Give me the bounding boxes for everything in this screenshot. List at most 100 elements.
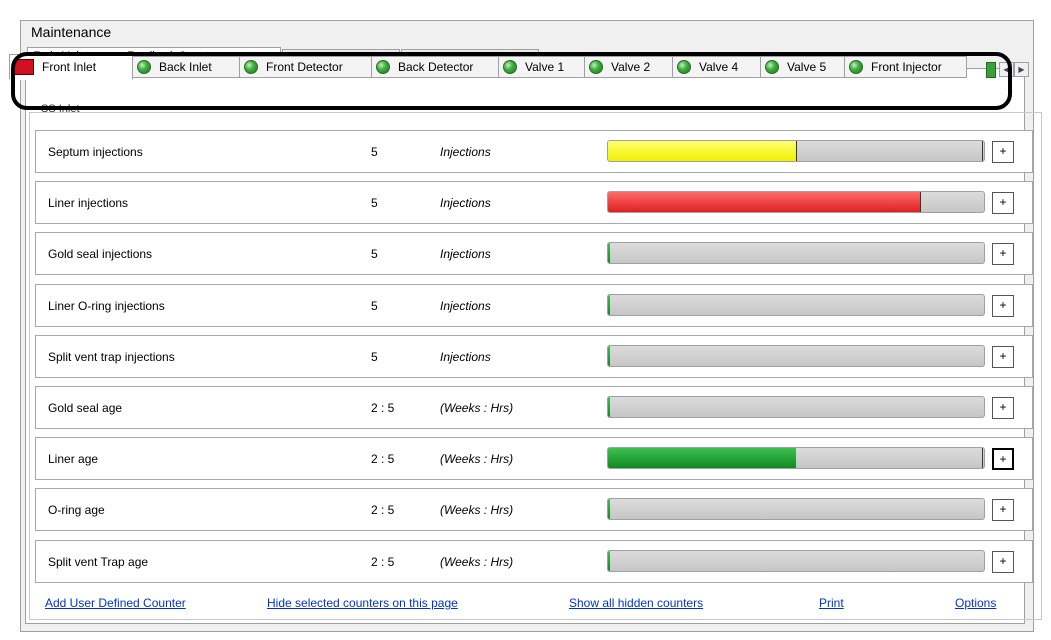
tab-front-inlet[interactable]: Front Inlet (9, 54, 133, 80)
tab-label: Front Inlet (42, 60, 97, 74)
counter-name: Liner age (48, 452, 99, 466)
scroll-right-button[interactable]: ▶ (1014, 62, 1029, 77)
progress-fill (608, 448, 796, 468)
tab-label: Back Inlet (159, 60, 212, 74)
tab-valve-1[interactable]: Valve 1 (498, 56, 585, 78)
counter-value: 2 : 5 (371, 452, 395, 466)
show-hidden-counters-link[interactable]: Show all hidden counters (569, 596, 703, 610)
scroll-left-button[interactable]: ◀ (999, 62, 1014, 77)
counter-name: O-ring age (48, 503, 105, 517)
counter-row[interactable]: Liner injections 5 Injections + (35, 181, 1033, 224)
tab-label: Front Injector (871, 60, 942, 74)
tab-back-inlet[interactable]: Back Inlet (132, 56, 240, 78)
counter-progress-bar (607, 294, 985, 316)
tab-label: Valve 2 (611, 60, 651, 74)
footer-links: Add User Defined Counter Hide selected c… (45, 596, 1030, 612)
progress-fill (608, 499, 610, 519)
counter-name: Gold seal injections (48, 247, 153, 261)
counter-progress-bar (607, 191, 985, 213)
tab-valve-2[interactable]: Valve 2 (584, 56, 673, 78)
counter-progress-bar (607, 242, 985, 264)
counter-unit: Injections (440, 247, 491, 261)
expand-counter-button[interactable]: + (992, 499, 1014, 521)
expand-counter-button[interactable]: + (992, 192, 1014, 214)
expand-counter-button[interactable]: + (992, 295, 1014, 317)
threshold-marker (796, 141, 797, 161)
counter-progress-bar (607, 140, 985, 162)
ok-status-icon (376, 60, 390, 74)
tab-valve-5[interactable]: Valve 5 (760, 56, 845, 78)
tab-label: Back Detector (398, 60, 474, 74)
tab-label: Valve 4 (699, 60, 739, 74)
counter-name: Split vent trap injections (48, 350, 175, 364)
progress-fill (608, 295, 610, 315)
counter-name: Septum injections (48, 145, 143, 159)
tab-label: Valve 5 (787, 60, 827, 74)
counter-unit: (Weeks : Hrs) (440, 555, 514, 569)
counter-unit: Injections (440, 145, 491, 159)
print-link[interactable]: Print (819, 596, 844, 610)
counter-unit: Injections (440, 350, 491, 364)
ok-status-icon (244, 60, 258, 74)
counter-row[interactable]: Gold seal age 2 : 5 (Weeks : Hrs) + (35, 386, 1033, 429)
component-tab-strip: Front Inlet Back Inlet Front Detector Back … (9, 54, 967, 80)
tab-valve-4[interactable]: Valve 4 (672, 56, 761, 78)
tab-back-detector[interactable]: Back Detector (371, 56, 499, 78)
progress-fill (608, 551, 610, 571)
counter-value: 2 : 5 (371, 555, 395, 569)
counter-value: 2 : 5 (371, 503, 395, 517)
window-title: Maintenance (31, 24, 112, 40)
ok-status-icon (503, 60, 517, 74)
tab-front-detector[interactable]: Front Detector (239, 56, 372, 78)
tab-label: Front Detector (266, 60, 343, 74)
options-link[interactable]: Options (955, 596, 996, 610)
ok-status-icon (849, 60, 863, 74)
tab-scroll-controls: ◀ ▶ (986, 62, 1029, 78)
counter-row[interactable]: Split vent Trap age 2 : 5 (Weeks : Hrs) + (35, 540, 1033, 583)
expand-counter-button[interactable]: + (992, 141, 1014, 163)
expand-counter-button[interactable]: + (992, 551, 1014, 573)
limit-marker (982, 141, 983, 161)
tab-label: Valve 1 (525, 60, 565, 74)
counter-row[interactable]: Split vent trap injections 5 Injections + (35, 335, 1033, 378)
expand-counter-button[interactable]: + (992, 397, 1014, 419)
progress-fill (608, 141, 796, 161)
counter-name: Liner injections (48, 196, 129, 210)
counter-value: 5 (371, 196, 378, 210)
counter-value: 5 (371, 247, 378, 261)
ok-status-icon (589, 60, 603, 74)
counter-row[interactable]: Septum injections 5 Injections + (35, 130, 1033, 173)
counter-progress-bar (607, 498, 985, 520)
counter-progress-bar (607, 550, 985, 572)
counter-progress-bar (607, 396, 985, 418)
expand-counter-button[interactable]: + (992, 448, 1014, 470)
counter-row[interactable]: Gold seal injections 5 Injections + (35, 232, 1033, 275)
counter-name: Liner O-ring injections (48, 299, 165, 313)
tab-front-injector[interactable]: Front Injector (844, 56, 967, 78)
counter-unit: (Weeks : Hrs) (440, 503, 514, 517)
counter-name: Split vent Trap age (48, 555, 149, 569)
counter-row[interactable]: O-ring age 2 : 5 (Weeks : Hrs) + (35, 488, 1033, 531)
counter-unit: (Weeks : Hrs) (440, 452, 514, 466)
counter-progress-bar (607, 447, 985, 469)
progress-fill (608, 397, 610, 417)
add-user-defined-counter-link[interactable]: Add User Defined Counter (45, 596, 186, 610)
expand-counter-button[interactable]: + (992, 243, 1014, 265)
counter-value: 2 : 5 (371, 401, 395, 415)
counter-value: 5 (371, 350, 378, 364)
counter-row[interactable]: Liner age 2 : 5 (Weeks : Hrs) + (35, 437, 1033, 480)
counter-value: 5 (371, 299, 378, 313)
counter-progress-bar (607, 345, 985, 367)
overflow-tab-indicator (986, 62, 996, 78)
counter-value: 5 (371, 145, 378, 159)
counter-unit: Injections (440, 196, 491, 210)
progress-fill (608, 192, 920, 212)
ok-status-icon (137, 60, 151, 74)
limit-marker (982, 448, 983, 468)
progress-fill (608, 346, 610, 366)
expand-counter-button[interactable]: + (992, 346, 1014, 368)
counter-name: Gold seal age (48, 401, 123, 415)
counter-unit: (Weeks : Hrs) (440, 401, 514, 415)
counter-row[interactable]: Liner O-ring injections 5 Injections + (35, 284, 1033, 327)
hide-selected-counters-link[interactable]: Hide selected counters on this page (267, 596, 458, 610)
